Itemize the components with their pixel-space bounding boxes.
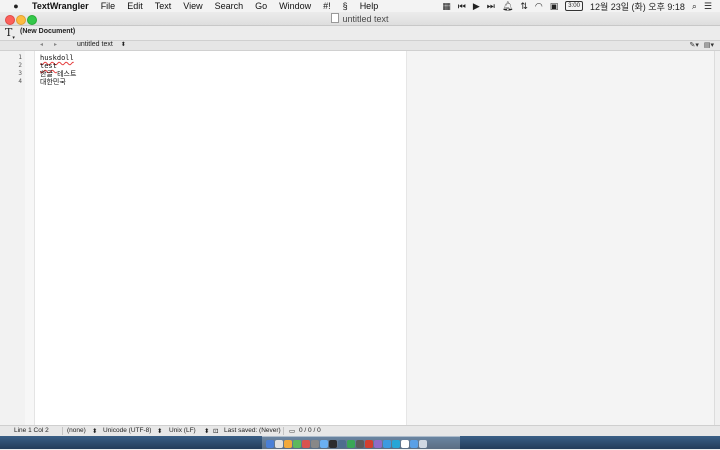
input-source-icon[interactable]: ▣ (550, 1, 559, 12)
notification-bell-icon[interactable]: 🔔︎ (502, 1, 513, 12)
script-icon[interactable]: § (337, 1, 354, 11)
new-document-label: (New Document) (20, 28, 76, 35)
back-arrow-icon[interactable]: ◂ (40, 41, 43, 48)
dock-app-icon[interactable] (311, 439, 319, 448)
updown-chevron-icon[interactable]: ⬍ (204, 427, 209, 435)
menu-shebang[interactable]: #! (317, 1, 337, 11)
document-counts: 0 / 0 / 0 (299, 427, 321, 434)
menu-file[interactable]: File (95, 1, 122, 11)
dock-app-icon[interactable] (284, 439, 292, 448)
navbar-right-tools: ✎▾ ▤▾ (689, 41, 714, 49)
encoding-popup[interactable]: Unicode (UTF-8) (103, 427, 151, 434)
forward-arrow-icon[interactable]: ▸ (54, 41, 57, 48)
menu-go[interactable]: Go (249, 1, 273, 11)
document-stats-icon[interactable]: ▭ (289, 427, 295, 435)
network-arrows-icon[interactable]: ⇅ (520, 1, 528, 12)
document-popup[interactable]: untitled text ⬍ (77, 41, 126, 48)
toolbar: T▾ (New Document) (0, 26, 720, 41)
wifi-icon[interactable]: ◠ (535, 1, 543, 12)
language-popup[interactable]: (none) (67, 427, 86, 434)
updown-chevron-icon[interactable]: ⬍ (157, 427, 162, 435)
dock-app-icon[interactable] (329, 439, 337, 448)
dock-app-icon[interactable] (392, 439, 400, 448)
menu-text[interactable]: Text (149, 1, 178, 11)
battery-icon[interactable]: 3:00 (565, 1, 583, 11)
dock-app-icon[interactable] (320, 439, 328, 448)
dock-app-icon[interactable] (275, 439, 283, 448)
text-editor[interactable]: huskdoll test 한글 테스트 대한민국 (35, 51, 406, 425)
dock-app-icon[interactable] (302, 439, 310, 448)
document-popup-label: untitled text (77, 41, 113, 48)
line-number: 4 (18, 78, 22, 85)
line-endings-popup[interactable]: Unix (LF) (169, 427, 196, 434)
window-title-text: untitled text (342, 14, 389, 24)
last-saved-label: Last saved: (Never) (224, 427, 281, 434)
navigation-bar: ◂ ▸ untitled text ⬍ ✎▾ ▤▾ (0, 41, 720, 51)
window-title-bar: untitled text (0, 12, 720, 26)
menu-help[interactable]: Help (354, 1, 385, 11)
previous-track-icon[interactable]: ⏮ (458, 1, 466, 12)
menu-search[interactable]: Search (209, 1, 250, 11)
menu-window[interactable]: Window (273, 1, 317, 11)
status-menus: ▦ ⏮ ▶ ⏭ 🔔︎ ⇅ ◠ ▣ 3:00 12월 23일 (화) 오후 9:1… (442, 0, 720, 13)
spotlight-search-icon[interactable]: ⌕ (692, 1, 697, 12)
page-icon[interactable]: ▤▾ (704, 41, 714, 49)
dock-shelf (262, 436, 460, 450)
status-bar: Line 1 Col 2 (none) ⬍ Unicode (UTF-8) ⬍ … (0, 425, 720, 436)
lock-icon[interactable]: ⊡ (213, 427, 218, 435)
dock-app-icon[interactable] (293, 439, 301, 448)
line-number: 2 (18, 62, 22, 69)
document-icon (331, 13, 340, 23)
dock-app-icon[interactable] (410, 439, 418, 448)
line-number: 3 (18, 70, 22, 77)
cursor-position[interactable]: Line 1 Col 2 (14, 427, 49, 434)
code-line-text: 한글 테스트 (40, 70, 77, 78)
code-line: 한글 테스트 (40, 70, 76, 78)
window-title: untitled text (0, 13, 720, 24)
dock (0, 436, 720, 450)
code-line-text: 대한민국 (40, 78, 66, 86)
menu-view[interactable]: View (177, 1, 208, 11)
notification-center-icon[interactable]: ☰ (704, 1, 712, 12)
dock-app-icon[interactable] (401, 439, 409, 448)
menu-edit[interactable]: Edit (121, 1, 149, 11)
line-number: 1 (18, 54, 22, 61)
apple-icon[interactable]: ● (10, 1, 22, 11)
line-number-gutter: 1 2 3 4 (0, 51, 26, 425)
page-guide-area (406, 51, 715, 425)
code-line: 대한민국 (40, 78, 66, 86)
dock-app-icon[interactable] (356, 439, 364, 448)
menu-app-name[interactable]: TextWrangler (22, 1, 95, 11)
divider (62, 427, 63, 435)
menu-clock[interactable]: 12월 23일 (화) 오후 9:18 (590, 0, 685, 13)
dock-app-icon[interactable] (338, 439, 346, 448)
code-line: test (40, 62, 57, 70)
updown-chevron-icon[interactable]: ⬍ (92, 427, 97, 435)
vertical-scrollbar[interactable] (714, 51, 720, 425)
dock-app-icon[interactable] (419, 439, 427, 448)
dock-app-icon[interactable] (383, 439, 391, 448)
dock-app-icon[interactable] (266, 439, 274, 448)
menu-extra-icon[interactable]: ▦ (442, 1, 451, 12)
divider (283, 427, 284, 435)
dock-app-icon[interactable] (374, 439, 382, 448)
code-line: huskdoll (40, 54, 74, 62)
pencil-icon[interactable]: ✎▾ (689, 41, 698, 49)
dock-app-icon[interactable] (365, 439, 373, 448)
dock-app-icon[interactable] (347, 439, 355, 448)
fold-gutter (25, 51, 35, 425)
next-track-icon[interactable]: ⏭ (487, 1, 495, 12)
text-options-button[interactable]: T▾ (5, 26, 15, 41)
play-icon[interactable]: ▶ (473, 1, 480, 12)
code-line-text: test (40, 62, 57, 70)
code-line-text: huskdoll (40, 54, 74, 62)
updown-chevron-icon: ⬍ (120, 42, 126, 48)
